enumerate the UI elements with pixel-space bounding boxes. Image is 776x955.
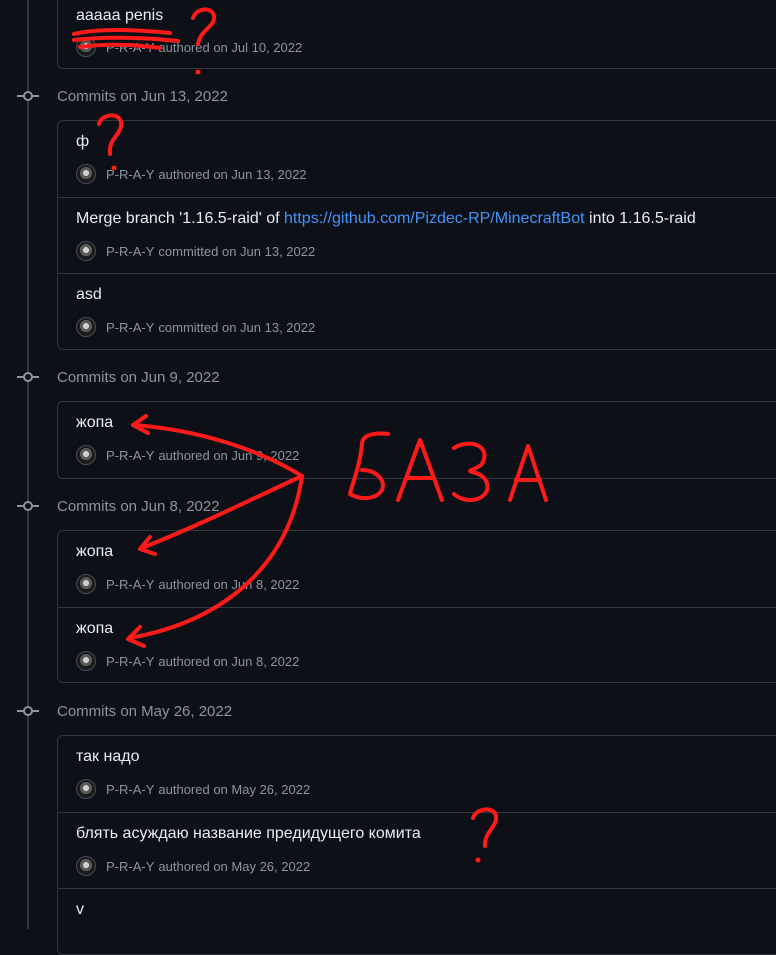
commit-action: authored on Jul 10, 2022 — [158, 39, 303, 55]
author-name[interactable]: P-R-A-Y — [106, 40, 154, 55]
commit-action: authored on Jun 8, 2022 — [158, 576, 300, 592]
commit-action: authored on Jun 9, 2022 — [158, 447, 300, 463]
commit-message[interactable]: Merge branch '1.16.5-raid' of https://gi… — [76, 210, 696, 228]
commit-group-card: aaaaa penis P-R-A-Y authored on Jul 10, … — [57, 0, 776, 69]
commit-meta: P-R-A-Y authored on Jun 8, 2022 — [76, 573, 299, 595]
commit-action: authored on Jun 8, 2022 — [158, 653, 300, 669]
commit-action: authored on Jun 13, 2022 — [158, 166, 307, 182]
commit-group-header: Commits on May 26, 2022 — [0, 699, 776, 723]
timeline-line — [27, 0, 29, 929]
avatar[interactable] — [76, 651, 96, 671]
commit-row[interactable]: жопа P-R-A-Y authored on Jun 9, 2022 — [58, 402, 776, 478]
commit-row[interactable]: asd P-R-A-Y committed on Jun 13, 2022 — [58, 273, 776, 349]
group-date-label: Commits on Jun 9, 2022 — [57, 368, 220, 386]
author-name[interactable]: P-R-A-Y — [106, 320, 154, 335]
commit-row[interactable]: жопа P-R-A-Y authored on Jun 8, 2022 — [58, 607, 776, 682]
commit-meta: P-R-A-Y authored on Jun 13, 2022 — [76, 163, 307, 185]
commit-message[interactable]: жопа — [76, 414, 113, 432]
commit-meta: P-R-A-Y authored on May 26, 2022 — [76, 855, 310, 877]
author-name[interactable]: P-R-A-Y — [106, 654, 154, 669]
commit-group-card: так надо P-R-A-Y authored on May 26, 202… — [57, 735, 776, 955]
author-name[interactable]: P-R-A-Y — [106, 448, 154, 463]
commit-row[interactable]: v — [58, 888, 776, 954]
commit-message[interactable]: aaaaa penis — [76, 7, 163, 25]
commit-node-icon — [17, 704, 39, 718]
commit-group-card: жопа P-R-A-Y authored on Jun 9, 2022 — [57, 401, 776, 479]
commit-row[interactable]: Merge branch '1.16.5-raid' of https://gi… — [58, 197, 776, 273]
commit-group-card: ф P-R-A-Y authored on Jun 13, 2022 Merge… — [57, 120, 776, 350]
commit-action: committed on Jun 13, 2022 — [158, 243, 316, 259]
commit-message[interactable]: asd — [76, 286, 102, 304]
commit-meta: P-R-A-Y committed on Jun 13, 2022 — [76, 316, 315, 338]
commit-row[interactable]: ф P-R-A-Y authored on Jun 13, 2022 — [58, 121, 776, 197]
commit-row[interactable]: жопа P-R-A-Y authored on Jun 8, 2022 — [58, 531, 776, 607]
commit-message-prefix[interactable]: Merge branch '1.16.5-raid' of — [76, 210, 284, 227]
author-name[interactable]: P-R-A-Y — [106, 577, 154, 592]
commit-meta: P-R-A-Y authored on Jun 9, 2022 — [76, 444, 299, 466]
commit-link[interactable]: https://github.com/Pizdec-RP/MinecraftBo… — [284, 210, 585, 227]
commit-group-card: жопа P-R-A-Y authored on Jun 8, 2022 жоп… — [57, 530, 776, 683]
commit-group-header: Commits on Jun 9, 2022 — [0, 365, 776, 389]
commit-message[interactable]: ф — [76, 133, 89, 151]
commit-meta: P-R-A-Y authored on Jul 10, 2022 — [76, 36, 302, 58]
commit-message[interactable]: v — [76, 901, 84, 919]
commit-row[interactable]: так надо P-R-A-Y authored on May 26, 202… — [58, 736, 776, 812]
commit-message[interactable]: так надо — [76, 748, 139, 766]
avatar[interactable] — [76, 856, 96, 876]
commit-message[interactable]: жопа — [76, 620, 113, 638]
commit-node-icon — [17, 370, 39, 384]
commit-node-icon — [17, 89, 39, 103]
group-date-label: Commits on May 26, 2022 — [57, 702, 233, 720]
commit-group-header: Commits on Jun 8, 2022 — [0, 494, 776, 518]
author-name[interactable]: P-R-A-Y — [106, 167, 154, 182]
commit-meta: P-R-A-Y authored on Jun 8, 2022 — [76, 650, 299, 672]
avatar[interactable] — [76, 37, 96, 57]
avatar[interactable] — [76, 574, 96, 594]
commit-message[interactable]: блять асуждаю название предидущего комит… — [76, 825, 421, 843]
commit-action: authored on May 26, 2022 — [158, 858, 311, 874]
avatar[interactable] — [76, 317, 96, 337]
author-name[interactable]: P-R-A-Y — [106, 859, 154, 874]
commit-node-icon — [17, 499, 39, 513]
author-name[interactable]: P-R-A-Y — [106, 244, 154, 259]
group-date-label: Commits on Jun 13, 2022 — [57, 87, 228, 105]
author-name[interactable]: P-R-A-Y — [106, 782, 154, 797]
commit-row[interactable]: aaaaa penis P-R-A-Y authored on Jul 10, … — [58, 0, 776, 68]
avatar[interactable] — [76, 164, 96, 184]
avatar[interactable] — [76, 445, 96, 465]
commit-action: authored on May 26, 2022 — [158, 781, 311, 797]
commit-row[interactable]: блять асуждаю название предидущего комит… — [58, 812, 776, 888]
commit-group-header: Commits on Jun 13, 2022 — [0, 84, 776, 108]
avatar[interactable] — [76, 241, 96, 261]
commit-meta: P-R-A-Y committed on Jun 13, 2022 — [76, 240, 315, 262]
avatar[interactable] — [76, 779, 96, 799]
commit-message-suffix[interactable]: into 1.16.5-raid — [585, 210, 696, 227]
commit-message[interactable]: жопа — [76, 543, 113, 561]
group-date-label: Commits on Jun 8, 2022 — [57, 497, 220, 515]
commit-action: committed on Jun 13, 2022 — [158, 319, 316, 335]
question-dot-1 — [195, 69, 201, 75]
commit-meta: P-R-A-Y authored on May 26, 2022 — [76, 778, 310, 800]
